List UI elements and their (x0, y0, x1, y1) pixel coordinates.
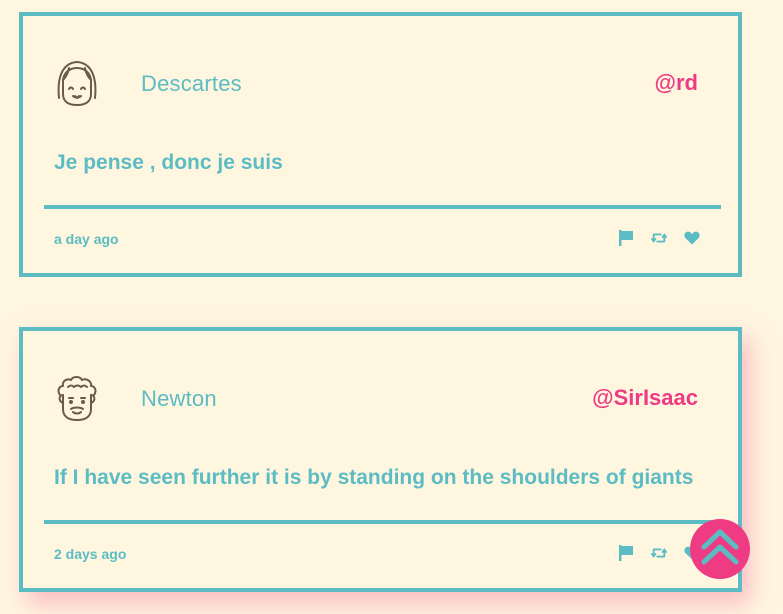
girl-avatar-icon (54, 58, 100, 108)
tweet-actions (618, 543, 700, 563)
retweet-icon[interactable] (651, 229, 667, 247)
scroll-to-top-button[interactable] (690, 519, 750, 579)
tweet-header: Newton @SirIsaac (54, 373, 698, 423)
divider (44, 520, 721, 524)
timestamp: 2 days ago (54, 546, 127, 562)
author-name: Descartes (141, 71, 242, 96)
heart-icon[interactable] (684, 229, 700, 247)
tweet-card: Newton @SirIsaac If I have seen further … (19, 327, 742, 592)
divider (44, 205, 721, 209)
author-name: Newton (141, 386, 217, 411)
curly-hair-avatar-icon (54, 373, 100, 423)
flag-icon[interactable] (618, 544, 634, 562)
author-handle[interactable]: @SirIsaac (592, 385, 698, 411)
double-chevron-up-icon (699, 527, 741, 572)
tweet-text: Je pense , donc je suis (54, 151, 283, 174)
tweet-actions (618, 228, 700, 248)
timestamp: a day ago (54, 231, 119, 247)
tweet-card: Descartes @rd Je pense , donc je suis a … (19, 12, 742, 277)
flag-icon[interactable] (618, 229, 634, 247)
author-handle[interactable]: @rd (655, 70, 698, 96)
tweet-text: If I have seen further it is by standing… (54, 466, 694, 489)
tweet-header: Descartes @rd (54, 58, 698, 108)
retweet-icon[interactable] (651, 544, 667, 562)
